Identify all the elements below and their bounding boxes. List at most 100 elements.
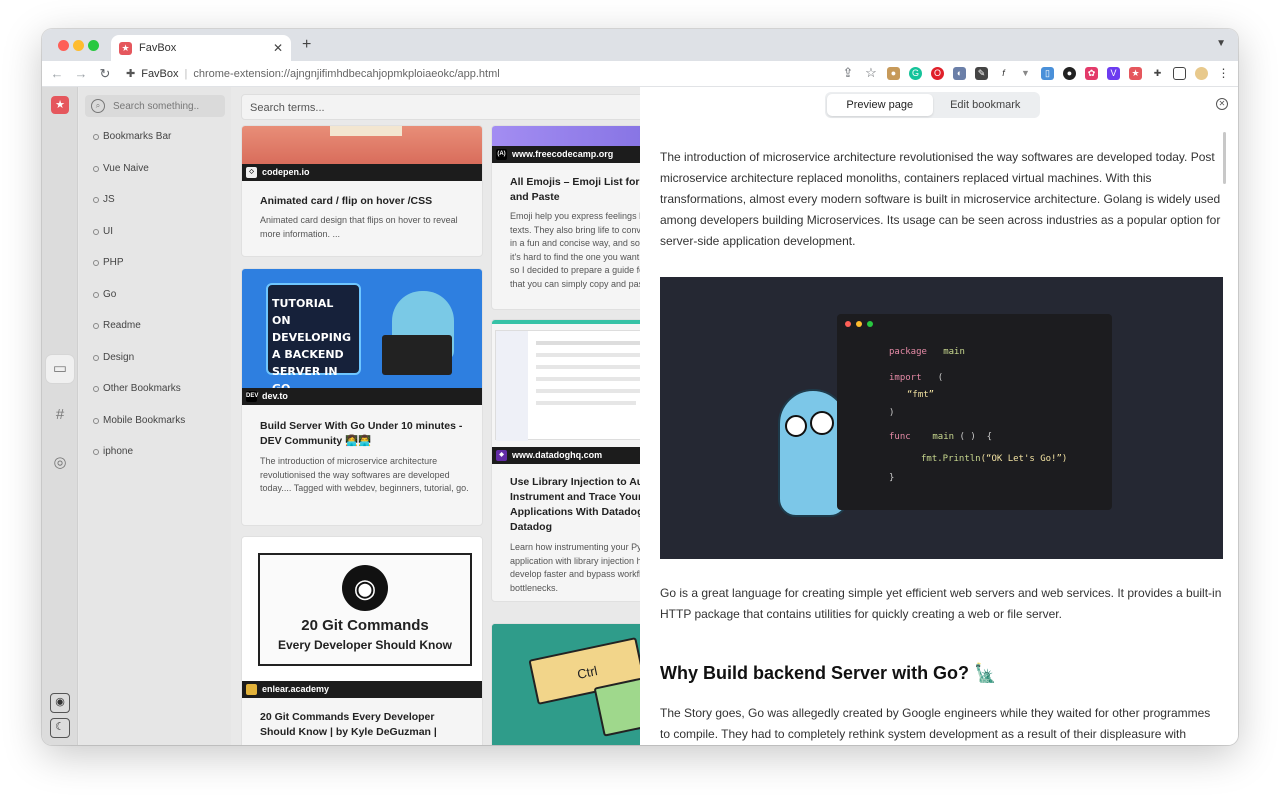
globe-icon[interactable]: ◎	[46, 449, 74, 477]
preview-panel: Preview page Edit bookmark ✕ The introdu…	[640, 87, 1238, 745]
toggle-extension-icon[interactable]: ◐	[953, 66, 966, 80]
bookmark-star-icon[interactable]: ☆	[864, 65, 878, 81]
folder-item[interactable]: PHP	[93, 257, 124, 268]
datadog-icon: ◆	[496, 450, 507, 461]
avatar[interactable]	[1195, 66, 1208, 80]
favbox-extension-icon[interactable]: ★	[1129, 66, 1142, 80]
card-title: All Emojis – Emoji List for Copy and Pas…	[510, 176, 640, 203]
sidebar-search[interactable]: ⌕ Search something..	[85, 95, 225, 117]
article-hero-image: package main import ( “fmt” ) func main …	[660, 277, 1223, 559]
back-icon[interactable]: ←	[50, 66, 64, 81]
new-tab-button[interactable]: +	[302, 36, 311, 54]
minimize-window-button[interactable]	[73, 40, 84, 51]
folder-dot-icon	[93, 165, 99, 172]
bookmark-card[interactable]: ◆ www.datadoghq.com Use Library Injection…	[491, 319, 640, 602]
favbox-icon: ★	[119, 41, 132, 55]
terms-search-input[interactable]: Search terms...	[241, 94, 640, 120]
url-text: chrome-extension://ajngnjifimhdbecahjopm…	[193, 67, 500, 80]
tab-search-chevron-icon[interactable]: ▼	[1216, 38, 1226, 49]
reload-icon[interactable]: ↻	[98, 66, 112, 82]
thumbnail-text: TUTORIAL ON DEVELOPING A BACKEND SERVER …	[266, 283, 361, 395]
maximize-window-button[interactable]	[88, 40, 99, 51]
dark-extension-icon[interactable]: ●	[1063, 66, 1076, 80]
card-description: Learn how instrumenting your Python appl…	[510, 542, 640, 593]
folder-dot-icon	[93, 196, 99, 203]
formula-extension-icon[interactable]: f	[997, 66, 1010, 80]
article-paragraph: Go is a great language for creating simp…	[660, 586, 1222, 621]
dark-mode-moon-icon[interactable]: ☾	[50, 718, 70, 738]
bookmark-card[interactable]: ◉ 20 Git Commands Every Developer Should…	[241, 536, 483, 745]
folder-item[interactable]: Vue Naive	[93, 163, 149, 174]
cookie-extension-icon[interactable]: ●	[887, 66, 900, 80]
bookmark-card[interactable]: ◇ codepen.io Animated card / flip on hove…	[241, 125, 483, 257]
card-thumbnail	[492, 126, 640, 148]
thumbnail-line1: 20 Git Commands	[301, 617, 429, 634]
browser-tab[interactable]: ★ FavBox ✕	[111, 35, 291, 61]
sidebar-search-placeholder: Search something..	[113, 100, 200, 112]
folder-item[interactable]: Go	[93, 289, 116, 300]
enlear-icon	[246, 684, 257, 695]
side-panel-icon[interactable]	[1173, 66, 1186, 80]
folder-item[interactable]: Readme	[93, 320, 141, 331]
github-icon[interactable]: ◉	[50, 693, 70, 713]
card-source: ◇ codepen.io	[242, 164, 482, 181]
card-description: Animated card design that flips on hover…	[260, 215, 458, 239]
tags-hash-icon[interactable]: #	[46, 401, 74, 429]
folders-icon[interactable]: ▭	[46, 355, 74, 383]
menu-kebab-icon[interactable]: ⋮	[1217, 66, 1230, 80]
close-window-button[interactable]	[58, 40, 69, 51]
bookmark-card[interactable]: Ctrl	[491, 623, 640, 745]
thumbnail-line2: Every Developer Should Know	[277, 638, 453, 652]
folder-item[interactable]: iphone	[93, 446, 133, 457]
folder-item[interactable]: Mobile Bookmarks	[93, 415, 185, 426]
folder-sidebar: ⌕ Search something.. Bookmarks Bar Vue N…	[79, 87, 231, 745]
card-thumbnail	[242, 126, 482, 166]
dropper-extension-icon[interactable]: ✎	[975, 66, 988, 80]
code-window: package main import ( “fmt” ) func main …	[837, 314, 1112, 510]
github-octocat-icon: ◉	[342, 565, 388, 611]
scrollbar[interactable]	[1223, 132, 1226, 184]
folder-item[interactable]: UI	[93, 226, 113, 237]
card-title: 20 Git Commands Every Developer Should K…	[260, 711, 437, 738]
card-title: Build Server With Go Under 10 minutes - …	[260, 420, 463, 447]
extension-puzzle-icon: ✚	[126, 68, 136, 80]
article-paragraph: The Story goes, Go was allegedly created…	[660, 706, 1211, 741]
bookmark-card[interactable]: TUTORIAL ON DEVELOPING A BACKEND SERVER …	[241, 268, 483, 526]
opera-extension-icon[interactable]: O	[931, 66, 944, 80]
tab-bar: ★ FavBox ✕ + ▼	[42, 29, 1238, 61]
folder-dot-icon	[93, 385, 99, 392]
pink-extension-icon[interactable]: ✿	[1085, 66, 1098, 80]
folder-dot-icon	[93, 291, 99, 298]
card-thumbnail: TUTORIAL ON DEVELOPING A BACKEND SERVER …	[242, 269, 482, 395]
folder-item[interactable]: Bookmarks Bar	[93, 131, 171, 142]
card-source: (A) www.freecodecamp.org	[492, 146, 640, 163]
folder-item[interactable]: Other Bookmarks	[93, 383, 181, 394]
browser-window: ★ FavBox ✕ + ▼ ← → ↻ ✚ FavBox | chrome-e…	[42, 29, 1238, 745]
tab-preview-page[interactable]: Preview page	[827, 94, 933, 116]
bookmark-card[interactable]: (A) www.freecodecamp.org All Emojis – Emo…	[491, 125, 640, 310]
folder-item[interactable]: Design	[93, 352, 134, 363]
card-description: The introduction of microservice archite…	[260, 456, 469, 493]
dev-icon: DEV	[246, 391, 258, 402]
close-preview-icon[interactable]: ✕	[1216, 98, 1228, 110]
address-bar[interactable]: ✚ FavBox | chrome-extension://ajngnjifim…	[126, 67, 500, 81]
tab-close-icon[interactable]: ✕	[273, 41, 283, 55]
card-title: Use Library Injection to Auto-Instrument…	[510, 476, 640, 533]
freecodecamp-icon: (A)	[496, 149, 507, 160]
bookmark-grid: Search terms... ◇ codepen.io Animated car…	[231, 87, 640, 745]
tab-edit-bookmark[interactable]: Edit bookmark	[933, 94, 1039, 116]
article-heading: Why Build backend Server with Go? 🗽	[660, 663, 997, 683]
share-icon[interactable]: ⇪	[841, 65, 855, 81]
folder-item[interactable]: JS	[93, 194, 115, 205]
file-extension-icon[interactable]: ▯	[1041, 66, 1054, 80]
extensions-puzzle-icon[interactable]: ✚	[1151, 66, 1164, 80]
grammarly-extension-icon[interactable]: G	[909, 66, 922, 80]
search-icon: ⌕	[91, 99, 105, 113]
forward-icon[interactable]: →	[74, 66, 88, 81]
preview-segmented-control: Preview page Edit bookmark	[825, 92, 1040, 118]
folder-dot-icon	[93, 133, 99, 140]
card-thumbnail: Ctrl	[492, 624, 640, 745]
extensions-area: ⇪ ☆ ● G O ◐ ✎ f ▼ ▯ ● ✿ V ★ ✚ ⋮	[841, 65, 1230, 81]
v-extension-icon[interactable]: V	[1107, 66, 1120, 80]
vue-extension-icon[interactable]: ▼	[1019, 66, 1032, 80]
